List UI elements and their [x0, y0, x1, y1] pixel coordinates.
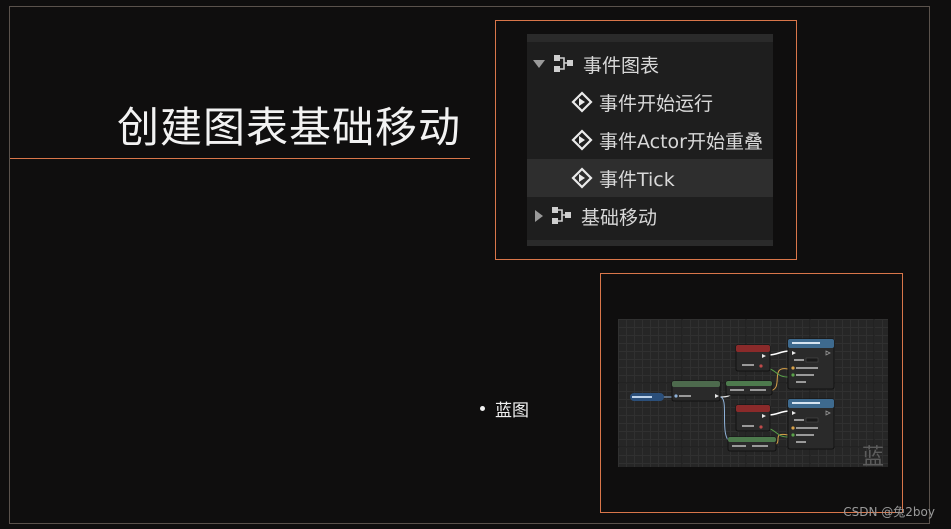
event-node-icon — [571, 129, 593, 151]
tree-top-bar — [527, 34, 773, 42]
bullet-text: 蓝图 — [495, 401, 529, 421]
credit-watermark: CSDN @兔2boy — [843, 505, 935, 519]
graph-icon — [554, 55, 573, 72]
tree-bottom-bar — [527, 240, 773, 246]
tree-item-basic-movement[interactable]: 基础移动 — [527, 197, 773, 235]
tree-item-event-begin-play[interactable]: 事件开始运行 — [527, 83, 773, 121]
slide-title: 创建图表基础移动 — [117, 103, 462, 152]
event-graph-screenshot: 事件图表 事件开始运行 事件Actor开始重叠 事件Tick 基础移动 — [495, 20, 797, 260]
graph-icon — [552, 207, 571, 224]
bullet-item: 蓝图 — [480, 396, 529, 421]
blueprint-canvas: 蓝 — [618, 319, 888, 467]
tree-item-label: 基础移动 — [581, 206, 658, 229]
expand-arrow-icon[interactable] — [533, 60, 545, 68]
my-blueprint-tree: 事件图表 事件开始运行 事件Actor开始重叠 事件Tick 基础移动 — [527, 34, 773, 246]
tree-item-label: 事件开始运行 — [599, 92, 714, 115]
tree-item-event-actor-overlap[interactable]: 事件Actor开始重叠 — [527, 121, 773, 159]
blueprint-nodes — [618, 319, 888, 467]
tree-item-event-tick[interactable]: 事件Tick — [527, 159, 773, 197]
blueprint-graph-screenshot: 蓝 — [600, 273, 903, 513]
blueprint-watermark: 蓝 — [861, 445, 884, 467]
tree-item-event-graph[interactable]: 事件图表 — [527, 45, 773, 83]
event-node-icon — [571, 91, 593, 113]
event-node-icon — [571, 167, 593, 189]
tree-item-label: 事件Actor开始重叠 — [599, 130, 763, 153]
title-underline — [10, 158, 470, 159]
tree-item-label: 事件图表 — [583, 54, 660, 77]
bullet-dot-icon — [480, 406, 485, 411]
collapse-arrow-icon[interactable] — [535, 210, 543, 222]
tree-item-label: 事件Tick — [599, 168, 675, 191]
